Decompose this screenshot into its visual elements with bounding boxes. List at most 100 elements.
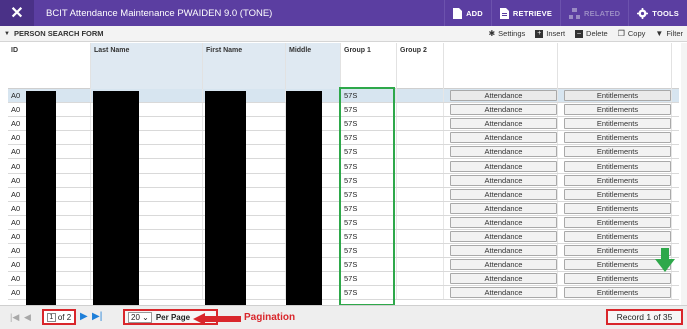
cell-group2[interactable] (397, 103, 444, 117)
gear-icon: ✱ (488, 29, 496, 38)
cell-entitlements: Entitlements (558, 103, 672, 117)
last-page-icon[interactable]: ▶| (92, 311, 102, 322)
cell-group2[interactable] (397, 244, 444, 258)
cell-group2[interactable] (397, 215, 444, 229)
cell-group2[interactable] (397, 187, 444, 201)
cell-group2[interactable] (397, 173, 444, 187)
retrieve-document-icon (499, 7, 509, 19)
group1-highlight-box (339, 87, 395, 306)
entitlements-button[interactable]: Entitlements (564, 118, 671, 130)
cell-attendance: Attendance (444, 272, 558, 286)
attendance-button[interactable]: Attendance (450, 273, 557, 285)
entitlements-button[interactable]: Entitlements (564, 146, 671, 158)
header-group1[interactable]: Group 1 (341, 43, 397, 89)
attendance-button[interactable]: Attendance (450, 202, 557, 214)
attendance-button[interactable]: Attendance (450, 90, 557, 102)
cell-group2[interactable] (397, 286, 444, 300)
filter-button[interactable]: ▼ Filter (655, 29, 683, 38)
cell-group2[interactable] (397, 131, 444, 145)
settings-label: Settings (498, 29, 526, 38)
per-page-select[interactable]: 20 ⌄ (128, 311, 152, 323)
insert-button[interactable]: + Insert (535, 29, 565, 38)
close-icon[interactable]: ✕ (0, 0, 34, 26)
copy-icon: ❐ (617, 29, 625, 38)
entitlements-button[interactable]: Entitlements (564, 132, 671, 144)
header-id[interactable]: ID (8, 43, 91, 89)
section-header: ▼ PERSON SEARCH FORM ✱ Settings + Insert… (0, 26, 687, 42)
entitlements-button[interactable]: Entitlements (564, 273, 671, 285)
entitlements-button[interactable]: Entitlements (564, 160, 671, 172)
cell-pad (672, 131, 679, 144)
cell-attendance: Attendance (444, 145, 558, 159)
attendance-button[interactable]: Attendance (450, 132, 557, 144)
vertical-scrollbar[interactable] (681, 43, 687, 305)
delete-button[interactable]: – Delete (575, 29, 608, 38)
entitlements-button[interactable]: Entitlements (564, 104, 671, 116)
cell-attendance: Attendance (444, 286, 558, 300)
add-button[interactable]: ADD (444, 0, 491, 26)
header-last-name[interactable]: Last Name (91, 43, 203, 89)
table-header: ID Last Name First Name Middle Group 1 G… (8, 43, 679, 89)
attendance-button[interactable]: Attendance (450, 188, 557, 200)
page-number-input[interactable]: 1 (46, 312, 56, 322)
app-title: BCIT Attendance Maintenance PWAIDEN 9.0 … (46, 7, 273, 19)
filter-icon: ▼ (655, 29, 664, 38)
cell-group2[interactable] (397, 229, 444, 244)
previous-page-icon[interactable]: ◀ (24, 312, 31, 323)
attendance-button[interactable]: Attendance (450, 245, 557, 257)
cell-pad (672, 188, 679, 201)
cell-entitlements: Entitlements (558, 187, 672, 201)
cell-pad (672, 89, 679, 102)
attendance-button[interactable]: Attendance (450, 146, 557, 158)
attendance-button[interactable]: Attendance (450, 118, 557, 130)
cell-pad (672, 117, 679, 130)
entitlements-button[interactable]: Entitlements (564, 188, 671, 200)
entitlements-button[interactable]: Entitlements (564, 216, 671, 228)
next-page-icon[interactable]: ▶ (80, 311, 88, 322)
entitlements-button[interactable]: Entitlements (564, 202, 671, 214)
entitlements-button[interactable]: Entitlements (564, 230, 671, 242)
header-first-name[interactable]: First Name (203, 43, 286, 89)
tools-label: TOOLS (652, 8, 679, 18)
entitlements-button[interactable]: Entitlements (564, 174, 671, 186)
cell-entitlements: Entitlements (558, 89, 672, 103)
plus-icon: + (535, 29, 544, 38)
cell-group2[interactable] (397, 145, 444, 159)
attendance-button[interactable]: Attendance (450, 174, 557, 186)
entitlements-button[interactable]: Entitlements (564, 287, 671, 299)
header-attendance (444, 43, 558, 89)
cell-group2[interactable] (397, 159, 444, 173)
attendance-button[interactable]: Attendance (450, 230, 557, 242)
first-page-icon[interactable]: |◀ (10, 312, 19, 323)
attendance-button[interactable]: Attendance (450, 259, 557, 271)
cell-attendance: Attendance (444, 89, 558, 103)
attendance-button[interactable]: Attendance (450, 287, 557, 299)
cell-attendance: Attendance (444, 201, 558, 215)
app-header: ✕ BCIT Attendance Maintenance PWAIDEN 9.… (0, 0, 687, 26)
collapse-triangle-icon[interactable]: ▼ (4, 31, 10, 37)
redaction-block-first-name (205, 91, 246, 305)
retrieve-label: RETRIEVE (512, 8, 553, 18)
tools-button[interactable]: TOOLS (628, 0, 687, 26)
copy-label: Copy (627, 29, 646, 38)
attendance-button[interactable]: Attendance (450, 104, 557, 116)
cell-entitlements: Entitlements (558, 159, 672, 173)
header-middle[interactable]: Middle (286, 43, 341, 89)
cell-group2[interactable] (397, 89, 444, 103)
header-pad (672, 43, 679, 89)
cell-pad (672, 159, 679, 172)
retrieve-button[interactable]: RETRIEVE (490, 0, 560, 26)
settings-button[interactable]: ✱ Settings (488, 29, 525, 38)
cell-group2[interactable] (397, 272, 444, 286)
cell-group2[interactable] (397, 117, 444, 131)
attendance-button[interactable]: Attendance (450, 216, 557, 228)
header-entitlements (558, 43, 672, 89)
entitlements-button[interactable]: Entitlements (564, 90, 671, 102)
copy-button[interactable]: ❐ Copy (618, 29, 646, 38)
cell-group2[interactable] (397, 258, 444, 272)
header-group2[interactable]: Group 2 (397, 43, 444, 89)
cell-entitlements: Entitlements (558, 201, 672, 215)
attendance-button[interactable]: Attendance (450, 160, 557, 172)
related-button[interactable]: RELATED (560, 0, 628, 26)
cell-group2[interactable] (397, 201, 444, 215)
